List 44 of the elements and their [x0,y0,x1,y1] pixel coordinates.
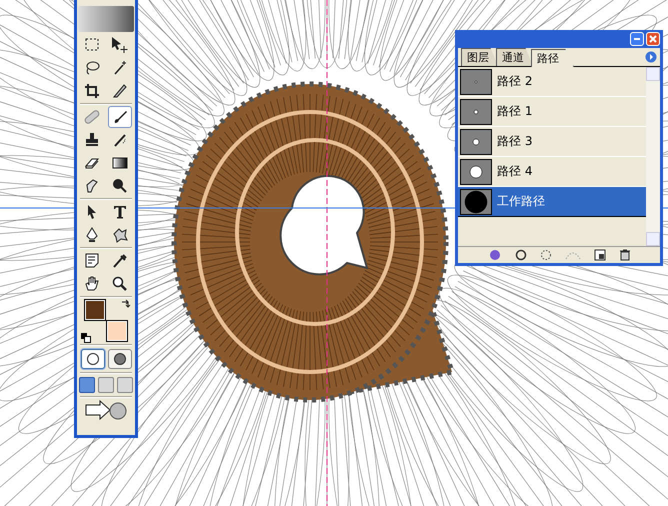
panel-tab[interactable]: 路径 [531,49,574,67]
minimize-button[interactable] [630,32,644,46]
close-icon [649,35,657,43]
path-thumbnail-icon [460,98,492,124]
trash-icon[interactable] [618,249,630,261]
close-button[interactable] [646,32,660,46]
path-list-item[interactable]: 路径 3 [458,127,646,157]
default-colors-icon[interactable] [81,333,91,343]
path-thumbnail-icon [460,68,492,94]
type-icon [111,203,129,221]
standard-mode-button[interactable] [80,349,104,369]
path-list-item[interactable]: 路径 2 [458,67,646,97]
minimize-icon [634,38,640,40]
brush-tool-button[interactable] [108,106,132,128]
swap-arrows-icon[interactable] [121,299,131,309]
jump-to-app-icon[interactable] [84,399,128,421]
notes-icon [83,252,101,270]
path-list-item[interactable]: 工作路径 [458,187,646,217]
background-color-swatch[interactable] [106,320,128,342]
eyedropper-icon [111,252,129,270]
panel-menu-icon[interactable] [645,51,657,63]
burn-icon [111,177,129,195]
panel-tab[interactable]: 通道 [496,48,533,66]
path-thumbnail-icon [460,128,492,154]
crop-icon [83,82,101,100]
selection-icon[interactable] [540,249,552,261]
fill-path-icon[interactable] [488,248,502,262]
hollow-circle-icon [86,352,100,366]
stroke-path-icon[interactable] [514,249,526,261]
quick-mask-button[interactable] [108,349,132,369]
new-path-icon[interactable] [594,249,606,261]
filled-circle-icon [112,352,126,366]
path-thumbnail-icon [460,158,492,184]
move-icon [111,36,129,54]
path-thumbnail-icon [460,188,492,214]
hand-icon [83,275,101,293]
scrollbar[interactable] [646,67,660,246]
slice-icon [111,82,129,100]
path-list-item[interactable]: 路径 1 [458,97,646,127]
shape-icon [111,226,129,244]
stamp-icon [83,131,101,149]
zoom-icon [111,275,129,293]
foreground-color-swatch[interactable] [84,299,106,321]
panel-tab[interactable]: 图层 [461,48,498,66]
